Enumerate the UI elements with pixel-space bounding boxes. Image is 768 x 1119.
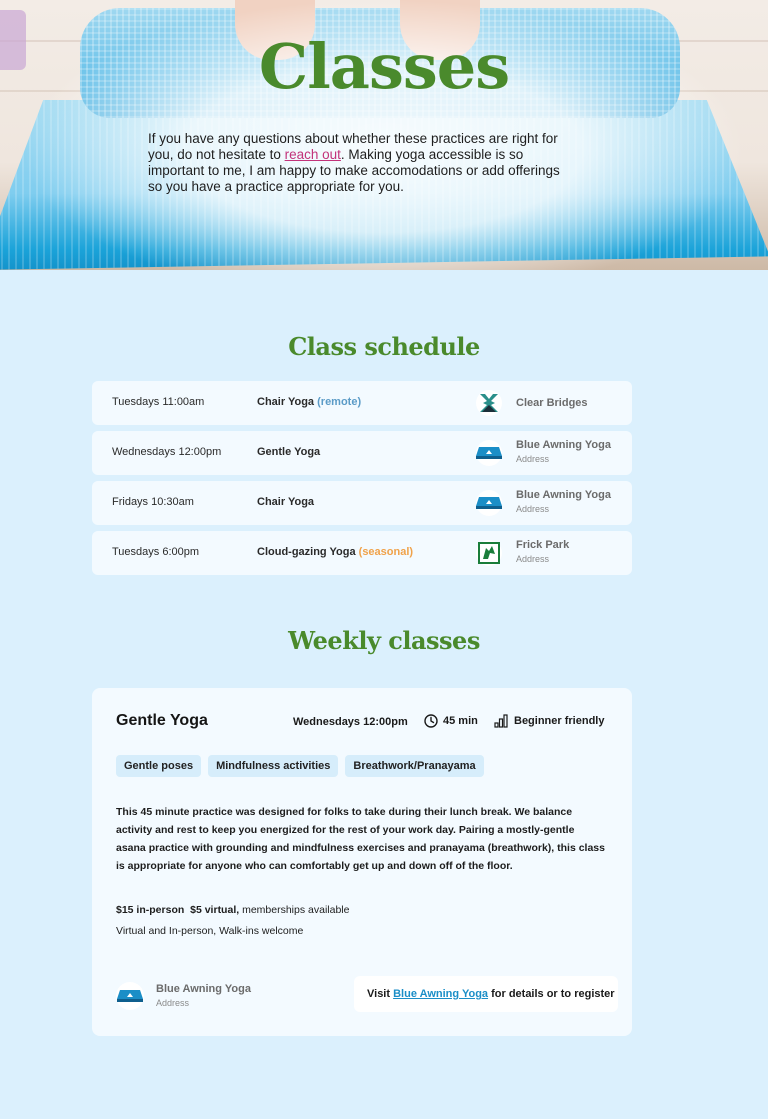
venue-name[interactable]: Blue Awning Yoga xyxy=(516,489,611,501)
class-card-time: Wednesdays 12:00pm xyxy=(293,716,408,728)
class-name: Chair Yoga xyxy=(257,396,315,408)
hero-intro: If you have any questions about whether … xyxy=(148,131,568,195)
reach-out-link[interactable]: reach out xyxy=(285,147,341,162)
class-schedule-list: Tuesdays 11:00am Chair Yoga (remote) Cle… xyxy=(92,381,632,581)
schedule-row: Tuesdays 11:00am Chair Yoga (remote) Cle… xyxy=(92,381,632,425)
schedule-class: Chair Yoga xyxy=(257,496,314,508)
level-bars-icon xyxy=(494,714,508,728)
price-in-person: $15 in-person xyxy=(116,904,185,916)
tag-chip: Mindfulness activities xyxy=(208,755,339,777)
class-description: This 45 minute practice was designed for… xyxy=(116,806,605,872)
venue-name[interactable]: Clear Bridges xyxy=(516,397,588,409)
class-tags: Gentle poses Mindfulness activities Brea… xyxy=(116,755,484,777)
tag-chip: Gentle poses xyxy=(116,755,202,777)
blue-awning-logo[interactable] xyxy=(476,490,502,516)
schedule-time: Tuesdays 11:00am xyxy=(112,396,205,408)
visit-suffix: for details or to register xyxy=(491,988,615,1000)
visit-prefix: Visit xyxy=(367,988,391,1000)
price-virtual: $5 virtual, xyxy=(190,904,240,916)
schedule-class: Chair Yoga (remote) xyxy=(257,396,361,408)
class-schedule-title: Class schedule xyxy=(288,332,480,361)
class-name: Cloud-gazing Yoga xyxy=(257,546,356,558)
venue-address: Address xyxy=(516,504,550,514)
page-title: Classes xyxy=(258,30,510,103)
level-label: Beginner friendly xyxy=(514,715,605,727)
schedule-row: Fridays 10:30am Chair Yoga Blue Awning Y… xyxy=(92,481,632,525)
remote-tag: (remote) xyxy=(317,396,362,408)
tag-chip: Breathwork/Pranayama xyxy=(345,755,484,777)
blue-awning-logo[interactable] xyxy=(116,982,144,1010)
clock-icon xyxy=(424,714,438,728)
venue-address: Address xyxy=(516,554,550,564)
schedule-time: Fridays 10:30am xyxy=(112,496,194,508)
register-callout: Visit Blue Awning Yoga for details or to… xyxy=(354,976,618,1012)
venue-address: Address xyxy=(516,454,550,464)
schedule-class: Cloud-gazing Yoga (seasonal) xyxy=(257,546,413,558)
class-card: Gentle Yoga Wednesdays 12:00pm 45 min Be… xyxy=(92,688,632,1036)
schedule-time: Wednesdays 12:00pm xyxy=(112,446,222,458)
class-pricing: $15 in-person $5 virtual, memberships av… xyxy=(116,904,349,916)
class-name: Gentle Yoga xyxy=(257,446,321,458)
blue-awning-logo[interactable] xyxy=(476,440,502,466)
class-mode: Virtual and In-person, Walk-ins welcome xyxy=(116,925,304,937)
schedule-class: Gentle Yoga xyxy=(257,446,320,458)
venue-name[interactable]: Blue Awning Yoga xyxy=(516,439,611,451)
class-card-title: Gentle Yoga xyxy=(116,712,208,729)
register-link[interactable]: Blue Awning Yoga xyxy=(393,988,488,1000)
class-card-duration: 45 min xyxy=(424,714,478,728)
class-name: Chair Yoga xyxy=(257,496,315,508)
duration-label: 45 min xyxy=(443,715,478,727)
schedule-row: Tuesdays 6:00pm Cloud-gazing Yoga (seaso… xyxy=(92,531,632,575)
seasonal-tag: (seasonal) xyxy=(358,546,414,558)
schedule-row: Wednesdays 12:00pm Gentle Yoga Blue Awni… xyxy=(92,431,632,475)
venue-name[interactable]: Blue Awning Yoga xyxy=(156,983,251,995)
clear-bridges-logo[interactable] xyxy=(476,390,502,416)
hero-banner: Classes If you have any questions about … xyxy=(0,0,768,270)
venue-address: Address xyxy=(156,998,190,1008)
frick-park-logo[interactable] xyxy=(476,540,502,566)
price-note: memberships available xyxy=(242,904,350,916)
weekly-classes-title: Weekly classes xyxy=(288,626,480,655)
venue-name[interactable]: Frick Park xyxy=(516,539,569,551)
schedule-time: Tuesdays 6:00pm xyxy=(112,546,200,558)
class-card-level: Beginner friendly xyxy=(494,714,604,728)
